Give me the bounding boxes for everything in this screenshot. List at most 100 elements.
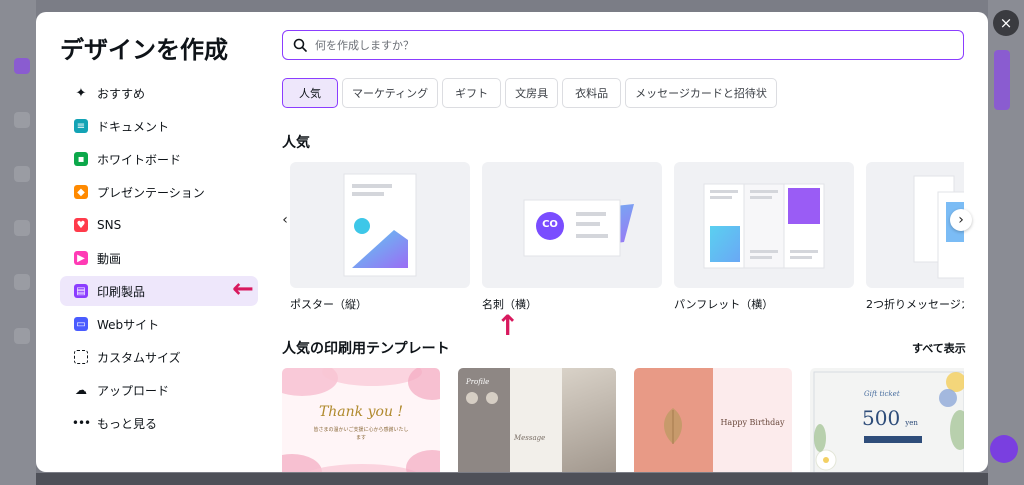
sidebar-item-print[interactable]: ▤ 印刷製品: [60, 276, 258, 306]
document-icon: ≡: [74, 119, 88, 133]
template-headline: 500 yen: [862, 406, 918, 430]
tab-apparel[interactable]: 衣料品: [562, 78, 622, 108]
template-panel: [510, 368, 562, 472]
tab-marketing[interactable]: マーケティング: [342, 78, 439, 108]
background-accent: [994, 50, 1010, 110]
design-card-poster[interactable]: ポスター（縦）: [290, 162, 470, 312]
see-all-link[interactable]: すべて表示: [912, 340, 966, 356]
create-design-modal: デザインを作成 ✦ おすすめ ≡ ドキュメント ▪ ホワイトボード ◆ プレゼン…: [36, 12, 988, 472]
sidebar-item-label: ホワイトボード: [97, 152, 182, 167]
brochure-thumbnail: [674, 162, 854, 288]
design-card-folded-greeting[interactable]: 2つ折りメッセージカ: [866, 162, 964, 312]
template-subtext: Profile: [466, 378, 490, 386]
business-card-illustration: [523, 199, 634, 257]
sidebar-item-label: SNS: [97, 218, 122, 232]
sidebar-item-label: Webサイト: [97, 317, 160, 332]
templates-row: Thank you ! 皆さまの温かいご支援に心から感謝いたします Profil…: [282, 368, 964, 472]
brochure-illustration: [703, 183, 825, 269]
poster-illustration: [343, 173, 417, 277]
template-headline: Message: [514, 434, 546, 442]
tab-cards-invitations[interactable]: メッセージカードと招待状: [625, 78, 777, 108]
template-subtext: Gift ticket: [864, 390, 900, 398]
whiteboard-icon: ▪: [74, 152, 88, 166]
sidebar-item-upload[interactable]: ☁ アップロード: [60, 375, 258, 405]
sidebar-item-presentation[interactable]: ◆ プレゼンテーション: [60, 177, 258, 207]
background-icon: [14, 274, 30, 290]
cloud-upload-icon: ☁: [75, 383, 87, 397]
sidebar-item-label: 動画: [97, 251, 122, 266]
template-card-birthday[interactable]: Happy Birthday: [634, 368, 792, 472]
sidebar-item-label: アップロード: [97, 383, 170, 398]
sidebar-item-label: プレゼンテーション: [97, 185, 205, 200]
template-headline: Thank you !: [318, 404, 404, 420]
poster-thumbnail: [290, 162, 470, 288]
sidebar-item-label: カスタムサイズ: [97, 350, 181, 365]
sidebar-item-whiteboard[interactable]: ▪ ホワイトボード: [60, 144, 258, 174]
background-icon: [14, 220, 30, 236]
template-headline: Happy Birthday: [720, 418, 785, 427]
search-icon: [293, 38, 307, 52]
chevron-right-icon: ›: [958, 212, 964, 228]
template-card-gift-ticket[interactable]: Gift ticket 500 yen: [810, 368, 964, 472]
folded-card-thumbnail: [866, 162, 964, 288]
background-left-rail: [0, 0, 36, 485]
design-card-brochure[interactable]: パンフレット（横）: [674, 162, 854, 312]
carousel-next-button[interactable]: ›: [950, 209, 972, 231]
sidebar-item-sns[interactable]: ♥ SNS: [60, 210, 258, 240]
background-icon: [14, 166, 30, 182]
popular-carousel: ポスター（縦） CO 名刺（横） パンフレット（横） 2つ折りメッセージカ: [290, 162, 964, 312]
leaf-icon: [663, 408, 683, 444]
business-card-logo: CO: [542, 219, 558, 230]
sidebar-item-website[interactable]: ▭ Webサイト: [60, 309, 258, 339]
background-bottom-strip: [36, 473, 988, 485]
more-icon: •••: [71, 416, 91, 430]
template-card-thank-you[interactable]: Thank you ! 皆さまの温かいご支援に心から感謝いたします: [282, 368, 440, 472]
close-icon: ×: [999, 14, 1013, 32]
template-card-profile[interactable]: Profile Message: [458, 368, 616, 472]
background-icon: [14, 328, 30, 344]
business-card-thumbnail: CO: [482, 162, 662, 288]
avatar: [486, 392, 498, 404]
tab-popular[interactable]: 人気: [282, 78, 338, 108]
crop-icon: [74, 350, 88, 364]
tab-stationery[interactable]: 文房具: [505, 78, 559, 108]
ticket-bar: [864, 436, 922, 443]
sidebar-item-document[interactable]: ≡ ドキュメント: [60, 111, 258, 141]
background-icon: [14, 58, 30, 74]
search-bar[interactable]: [282, 30, 964, 60]
sidebar-item-label: おすすめ: [97, 86, 146, 101]
sidebar-item-video[interactable]: ▶ 動画: [60, 243, 258, 273]
ticket-amount: 500: [862, 406, 901, 430]
close-button[interactable]: ×: [993, 10, 1019, 36]
sparkle-icon: ✦: [75, 85, 87, 101]
annotation-left-arrow: ←: [232, 274, 254, 304]
category-tabs: 人気 マーケティング ギフト 文房具 衣料品 メッセージカードと招待状: [282, 78, 781, 108]
templates-section-title: 人気の印刷用テンプレート: [282, 341, 450, 357]
background-help-button: [990, 435, 1018, 463]
chevron-left-icon: ‹: [282, 212, 288, 228]
folded-card-illustration: [913, 175, 964, 279]
sidebar-item-recommended[interactable]: ✦ おすすめ: [60, 78, 258, 108]
category-sidebar: ✦ おすすめ ≡ ドキュメント ▪ ホワイトボード ◆ プレゼンテーション ♥ …: [60, 78, 258, 441]
video-icon: ▶: [74, 251, 88, 265]
template-subtext: 皆さまの温かいご支援に心から感謝いたします: [313, 427, 409, 441]
search-input[interactable]: [315, 38, 915, 52]
sidebar-item-label: ドキュメント: [97, 119, 170, 134]
modal-title: デザインを作成: [60, 36, 228, 64]
thank-you-floral-art: [282, 368, 440, 472]
tab-gift[interactable]: ギフト: [442, 78, 502, 108]
sidebar-item-more[interactable]: ••• もっと見る: [60, 408, 258, 438]
card-label: ポスター（縦）: [290, 298, 367, 311]
printer-icon: ▤: [74, 284, 88, 298]
card-label: 2つ折りメッセージカ: [866, 298, 964, 311]
presentation-icon: ◆: [74, 185, 88, 199]
design-card-business-card[interactable]: CO 名刺（横）: [482, 162, 662, 312]
avatar: [466, 392, 478, 404]
popular-section-title: 人気: [282, 135, 310, 151]
annotation-up-arrow: ↑: [496, 309, 520, 342]
sidebar-item-label: 印刷製品: [97, 284, 146, 299]
ticket-unit: yen: [905, 419, 918, 427]
sidebar-item-custom-size[interactable]: カスタムサイズ: [60, 342, 258, 372]
background-icon: [14, 112, 30, 128]
card-label: パンフレット（横）: [674, 298, 774, 311]
